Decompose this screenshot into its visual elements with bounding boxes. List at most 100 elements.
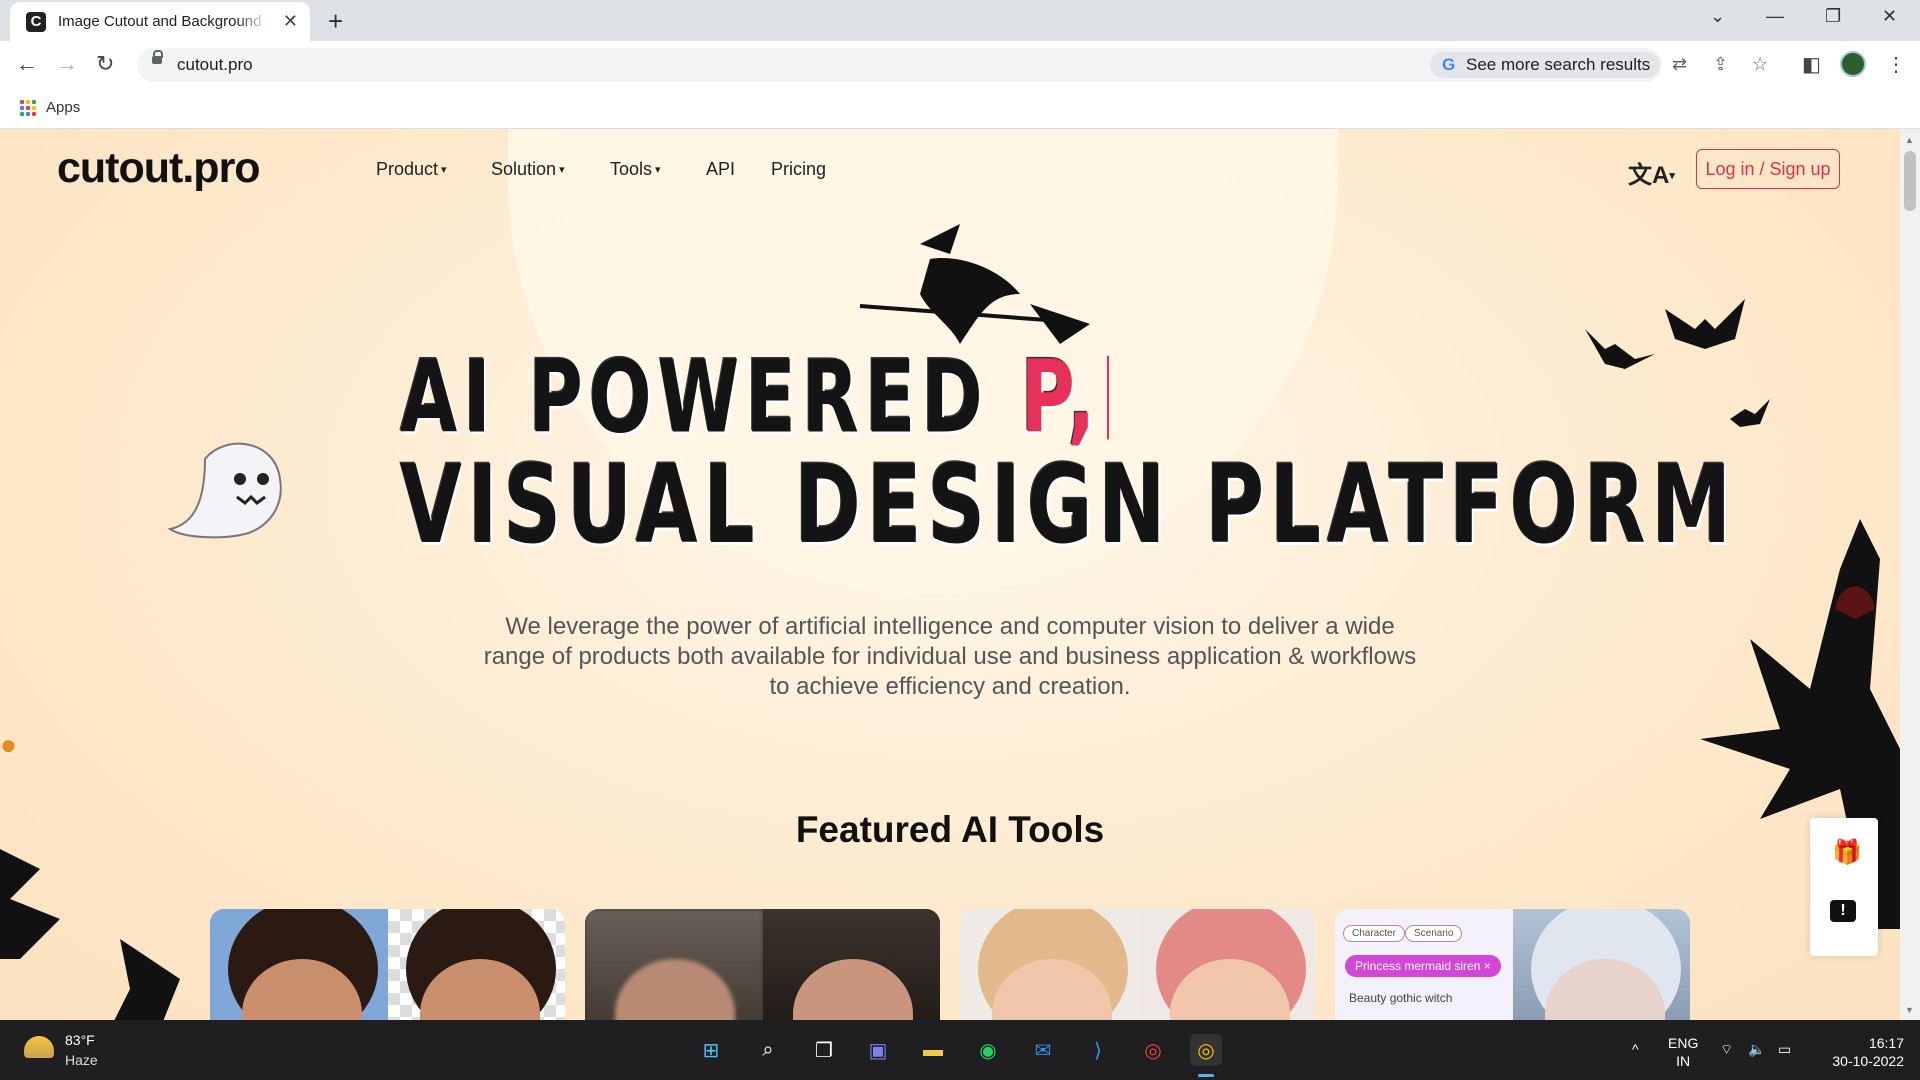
region-code: IN [1676, 1053, 1691, 1069]
card-before-image [585, 909, 763, 1020]
tool-card-photo-enhancer[interactable] [585, 909, 940, 1020]
web-page: ● cutout.pro Product ▾ Solution ▾ Tools ▾ A… [0, 129, 1900, 1020]
card-prompt-panel: Character Scenario Princess mermaid sire… [1335, 909, 1513, 1020]
nav-tools-label: Tools [610, 159, 653, 179]
apps-bookmark[interactable]: Apps [46, 99, 80, 116]
card-after-image [387, 909, 565, 1020]
tool-card-background-remover[interactable] [210, 909, 565, 1020]
task-view-icon[interactable]: ❐ [808, 1034, 840, 1066]
close-tab-icon[interactable]: ✕ [283, 11, 298, 32]
time: 16:17 [1868, 1035, 1904, 1051]
back-button[interactable]: ← [16, 51, 38, 77]
prompt-chip[interactable]: Princess mermaid siren × [1345, 955, 1501, 977]
pumpkin-icon: ● [0, 729, 17, 760]
hero-line-1: AI POWERED [400, 339, 989, 456]
scroll-down-arrow-icon[interactable]: ▼ [1905, 1005, 1914, 1015]
ghost-illustration [167, 442, 282, 539]
floating-side-widget: 🎁 ! [1810, 818, 1878, 956]
nav-product-label: Product [376, 159, 439, 179]
scroll-thumb[interactable] [1904, 151, 1916, 211]
nav-product[interactable]: Product ▾ [376, 159, 447, 180]
nav-api[interactable]: API [706, 159, 735, 180]
nav-solution[interactable]: Solution ▾ [491, 159, 565, 180]
bookmark-star-icon[interactable]: ☆ [1752, 54, 1768, 75]
battery-icon[interactable]: ▭ [1778, 1040, 1791, 1058]
clock[interactable]: 16:17 30-10-2022 [1818, 1034, 1904, 1070]
weather-icon[interactable] [24, 1036, 54, 1058]
language-indicator[interactable]: ENG IN [1668, 1034, 1698, 1070]
prompt-chip-label: Princess mermaid siren [1355, 959, 1481, 973]
lang-code: ENG [1668, 1035, 1699, 1051]
menu-icon[interactable]: ⋮ [1886, 52, 1906, 77]
nav-pricing[interactable]: Pricing [771, 159, 826, 180]
featured-tools-title: Featured AI Tools [795, 809, 1105, 850]
lock-icon[interactable] [152, 50, 163, 64]
chevron-down-icon: ▾ [1669, 170, 1675, 182]
card-result-image [1512, 909, 1690, 1020]
tool-card-ai-art[interactable]: Character Scenario Princess mermaid sire… [1335, 909, 1690, 1020]
volume-icon[interactable]: 🔈 [1748, 1040, 1765, 1058]
prompt-text: Beauty gothic witch [1349, 991, 1453, 1005]
hero-description: We leverage the power of artificial inte… [483, 613, 1417, 700]
address-bar[interactable]: cutout.pro G See more search results ⇄ ⇪… [137, 48, 1768, 82]
teams-chat-icon[interactable]: ▣ [862, 1034, 894, 1066]
chevron-down-icon: ▾ [559, 164, 565, 176]
weather-condition[interactable]: Haze [65, 1052, 98, 1068]
bookmarks-bar: Apps [0, 88, 1920, 129]
translate-icon[interactable]: ⇄ [1672, 54, 1687, 75]
restore-button[interactable]: ❐ [1825, 6, 1841, 27]
chrome-active-icon[interactable]: ◎ [1190, 1034, 1222, 1066]
chevron-down-icon: ▾ [655, 164, 661, 176]
tab-title: Image Cutout and Background Remover [58, 13, 268, 30]
typing-cursor [1107, 355, 1110, 440]
card-after-image [1137, 909, 1315, 1020]
windows-start-icon[interactable]: ⊞ [695, 1034, 727, 1066]
chrome-icon[interactable]: ◎ [1137, 1034, 1169, 1066]
google-icon: G [1442, 55, 1456, 74]
login-signup-button[interactable]: Log in / Sign up [1696, 149, 1840, 189]
chevron-down-icon: ▾ [441, 164, 447, 176]
windows-taskbar: 83°F Haze ⊞ ⌕ ❐ ▣ ▬ ◉ ✉ ⟩ ◎ ◎ ^ ENG IN ⌔ … [0, 1020, 1920, 1080]
tool-card-hair-color[interactable] [960, 909, 1315, 1020]
profile-avatar[interactable] [1840, 51, 1866, 77]
minimize-button[interactable]: — [1766, 6, 1784, 27]
hero-typing-text: P, [1020, 339, 1102, 456]
browser-tab[interactable]: C Image Cutout and Background Remover ✕ [10, 2, 310, 41]
search-results-chip[interactable]: G See more search results [1430, 52, 1661, 78]
active-app-indicator [1198, 1074, 1214, 1077]
mail-icon[interactable]: ✉ [1027, 1034, 1059, 1066]
share-icon[interactable]: ⇪ [1713, 54, 1728, 75]
whatsapp-icon[interactable]: ◉ [972, 1034, 1004, 1066]
gift-icon[interactable]: 🎁 [1832, 838, 1862, 867]
scenario-tag[interactable]: Scenario [1405, 925, 1463, 942]
vscode-icon[interactable]: ⟩ [1082, 1034, 1114, 1066]
cutout-logo[interactable]: cutout.pro [57, 144, 261, 193]
reload-button[interactable]: ↻ [96, 51, 114, 77]
character-tag[interactable]: Character [1343, 925, 1405, 942]
translate-language-icon: 文A [1628, 162, 1670, 189]
file-explorer-icon[interactable]: ▬ [917, 1034, 949, 1066]
browser-toolbar: ← → ↻ cutout.pro G See more search resul… [0, 41, 1920, 88]
url-text[interactable]: cutout.pro [177, 55, 253, 75]
forward-button[interactable]: → [56, 51, 78, 77]
feedback-icon[interactable]: ! [1830, 900, 1856, 922]
branch-illustration [0, 849, 180, 1020]
nav-tools[interactable]: Tools ▾ [610, 159, 661, 180]
chip-close-icon[interactable]: × [1484, 959, 1491, 973]
search-chip-label: See more search results [1466, 55, 1651, 74]
language-selector[interactable]: 文A▾ [1628, 155, 1675, 190]
wifi-icon[interactable]: ⌔ [1720, 1040, 1733, 1058]
apps-icon[interactable] [20, 100, 36, 116]
search-icon[interactable]: ⌕ [752, 1034, 784, 1066]
nav-solution-label: Solution [491, 159, 557, 179]
close-window-button[interactable]: ✕ [1882, 6, 1897, 27]
tab-search-icon[interactable]: ⌄ [1710, 6, 1725, 27]
card-before-image [960, 909, 1138, 1020]
scroll-up-arrow-icon[interactable]: ▲ [1905, 135, 1914, 145]
temperature[interactable]: 83°F [65, 1032, 95, 1048]
hero-heading: AI POWERED P, VISUAL DESIGN PLATFORM [400, 348, 1731, 560]
new-tab-button[interactable]: + [328, 6, 343, 37]
tray-overflow-chevron-icon[interactable]: ^ [1632, 1040, 1639, 1058]
page-scrollbar[interactable]: ▲ ▼ [1900, 129, 1920, 1020]
side-panel-icon[interactable]: ◧ [1802, 52, 1821, 77]
